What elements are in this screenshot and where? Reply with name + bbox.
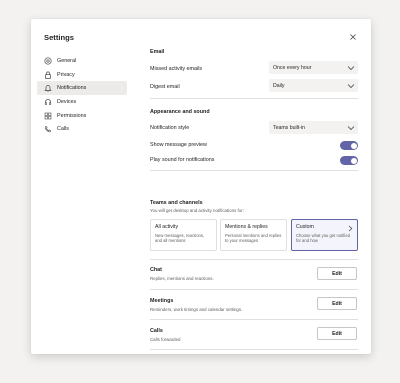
missed-activity-value: Once every hour bbox=[273, 64, 312, 71]
digest-email-select[interactable]: Daily bbox=[269, 79, 358, 92]
play-sound-label: Play sound for notifications bbox=[150, 157, 215, 163]
message-preview-label: Show message preview bbox=[150, 142, 207, 148]
sidebar-item-label: Notifications bbox=[57, 85, 87, 92]
grid-icon bbox=[43, 111, 52, 120]
close-icon[interactable] bbox=[348, 32, 358, 42]
section-divider bbox=[150, 289, 358, 290]
sidebar-item-permissions[interactable]: Permissions bbox=[37, 109, 127, 123]
bell-icon bbox=[43, 84, 52, 93]
option-custom[interactable]: Custom Choose what you get notified for … bbox=[291, 219, 358, 251]
chat-title: Chat bbox=[150, 267, 162, 273]
sidebar-item-label: General bbox=[57, 57, 77, 64]
option-title: Custom bbox=[296, 224, 314, 230]
meetings-title: Meetings bbox=[150, 298, 174, 304]
section-divider bbox=[150, 170, 358, 171]
message-preview-toggle[interactable] bbox=[340, 141, 358, 150]
sidebar-item-label: Privacy bbox=[57, 71, 75, 78]
settings-dialog: Settings General Privacy Notifications D… bbox=[31, 19, 371, 354]
calls-title: Calls bbox=[150, 328, 163, 334]
sidebar-item-privacy[interactable]: Privacy bbox=[37, 68, 127, 82]
gear-icon bbox=[43, 56, 52, 65]
teams-subtitle: You will get desktop and activity notifi… bbox=[150, 208, 244, 213]
option-description: Choose what you get notified for and how bbox=[296, 232, 351, 243]
chevron-right-icon bbox=[348, 225, 353, 232]
digest-email-label: Digest email bbox=[150, 84, 180, 90]
meetings-description: Reminders, work timings and calendar set… bbox=[150, 307, 243, 312]
sidebar-item-general[interactable]: General bbox=[37, 54, 127, 68]
sidebar-item-label: Calls bbox=[57, 126, 69, 133]
sidebar-item-calls[interactable]: Calls bbox=[37, 122, 127, 136]
headset-icon bbox=[43, 97, 52, 106]
chat-edit-button[interactable]: Edit bbox=[317, 267, 357, 280]
notification-style-label: Notification style bbox=[150, 125, 190, 131]
digest-email-value: Daily bbox=[273, 82, 285, 89]
chevron-down-icon bbox=[347, 65, 355, 70]
sidebar-item-label: Permissions bbox=[57, 112, 87, 119]
option-title: Mentions & replies bbox=[225, 224, 268, 230]
appearance-heading: Appearance and sound bbox=[150, 109, 210, 115]
chevron-down-icon bbox=[347, 125, 355, 130]
sidebar-item-notifications[interactable]: Notifications bbox=[37, 81, 127, 96]
calls-edit-button[interactable]: Edit bbox=[317, 327, 357, 340]
settings-sidebar: General Privacy Notifications Devices Pe… bbox=[37, 54, 127, 136]
sidebar-item-label: Devices bbox=[57, 98, 77, 105]
missed-activity-label: Missed activity emails bbox=[150, 66, 203, 72]
teams-options: All activity New messages, reactions, an… bbox=[150, 219, 358, 251]
section-divider bbox=[150, 259, 358, 260]
option-all-activity[interactable]: All activity New messages, reactions, an… bbox=[150, 219, 217, 251]
chevron-down-icon bbox=[347, 83, 355, 88]
phone-icon bbox=[43, 125, 52, 134]
sidebar-item-devices[interactable]: Devices bbox=[37, 95, 127, 109]
option-description: Personal mentions and replies to your me… bbox=[225, 232, 282, 243]
lock-icon bbox=[43, 70, 52, 79]
notification-style-value: Teams built-in bbox=[273, 124, 306, 131]
dialog-title: Settings bbox=[44, 33, 74, 42]
missed-activity-select[interactable]: Once every hour bbox=[269, 61, 358, 74]
notification-style-select[interactable]: Teams built-in bbox=[269, 121, 358, 134]
option-title: All activity bbox=[155, 224, 179, 230]
section-divider bbox=[150, 319, 358, 320]
option-description: New messages, reactions, and all mention… bbox=[155, 232, 205, 243]
meetings-edit-button[interactable]: Edit bbox=[317, 297, 357, 310]
option-mentions-replies[interactable]: Mentions & replies Personal mentions and… bbox=[220, 219, 287, 251]
email-heading: Email bbox=[150, 49, 165, 55]
section-divider bbox=[150, 349, 358, 350]
section-divider bbox=[150, 98, 358, 99]
calls-description: Calls forwarded bbox=[150, 337, 181, 342]
teams-heading: Teams and channels bbox=[150, 200, 203, 206]
chat-description: Replies, mentions and reactions. bbox=[150, 276, 214, 281]
play-sound-toggle[interactable] bbox=[340, 156, 358, 165]
